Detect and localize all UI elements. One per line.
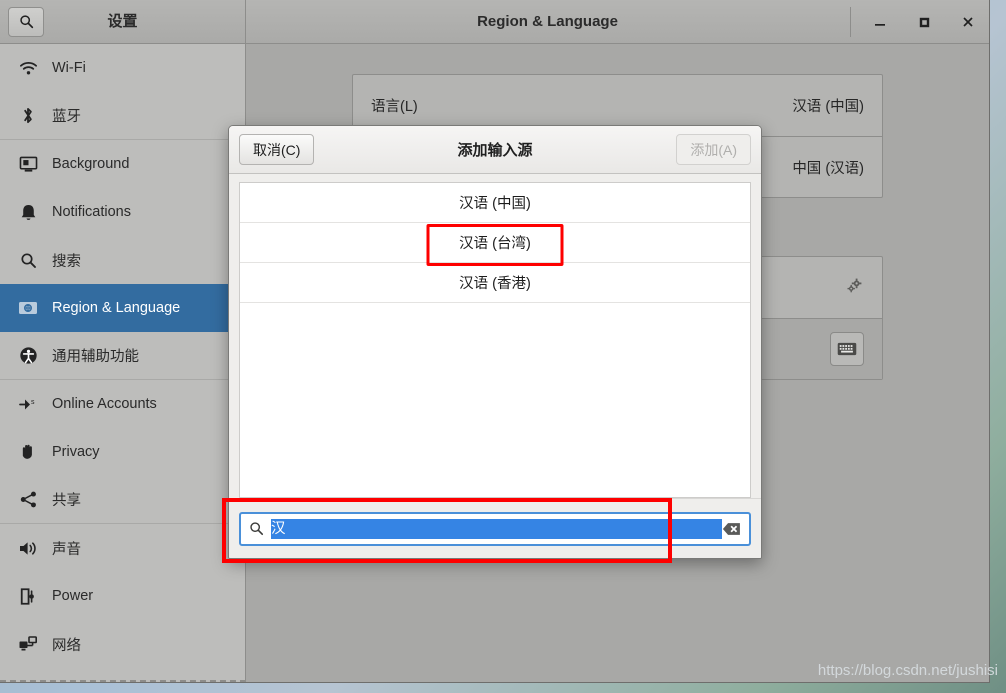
sidebar-item-label: Region & Language — [52, 300, 181, 316]
list-item-label: 汉语 (中国) — [459, 196, 531, 212]
sidebar-item-sound[interactable]: 声音 — [0, 524, 245, 572]
share-icon — [14, 489, 42, 511]
input-source-list[interactable]: 汉语 (中国) 汉语 (台湾) 汉语 (香港) — [239, 182, 751, 498]
search-icon — [14, 249, 42, 271]
maximize-button[interactable] — [913, 11, 935, 33]
list-item-label: 汉语 (香港) — [459, 276, 531, 292]
window-titlebar: 设置 Region & Language — [0, 0, 989, 44]
list-item-label: 汉语 (台湾) — [459, 236, 531, 252]
sidebar-item-label: 网络 — [52, 637, 81, 654]
keyboard-icon — [837, 342, 857, 356]
sidebar-item-privacy[interactable]: Privacy — [0, 428, 245, 476]
dialog-header: 取消(C) 添加输入源 添加(A) — [229, 126, 761, 174]
sidebar-item-background[interactable]: Background — [0, 140, 245, 188]
sidebar-item-label: 声音 — [52, 541, 81, 558]
background-icon — [14, 153, 42, 175]
sidebar-item-label: Power — [52, 588, 94, 604]
online-accounts-icon: s — [14, 393, 42, 415]
region-language-icon — [14, 297, 42, 319]
sidebar-item-label: 共享 — [52, 493, 81, 509]
settings-sidebar: Wi-Fi 蓝牙 Background Notifications 搜索 Reg… — [0, 44, 246, 682]
settings-app-title: 设置 — [107, 12, 138, 30]
sidebar-item-label: Wi-Fi — [52, 60, 86, 76]
sidebar-item-network[interactable]: 网络 — [0, 620, 245, 668]
minimize-icon — [875, 23, 885, 26]
maximize-icon — [919, 17, 930, 27]
list-item[interactable]: 汉语 (中国) — [240, 183, 750, 223]
sidebar-item-sharing[interactable]: 共享 — [0, 476, 245, 524]
privacy-hand-icon — [14, 441, 42, 463]
gears-icon[interactable] — [844, 276, 864, 300]
keyboard-button[interactable] — [830, 332, 864, 366]
close-icon — [963, 16, 973, 27]
sidebar-item-label: 通用辅助功能 — [52, 349, 139, 365]
sidebar-item-online-accounts[interactable]: s Online Accounts — [0, 380, 245, 428]
sidebar-item-label: Privacy — [52, 444, 100, 460]
language-row-value: 汉语 (中国) — [792, 99, 864, 115]
network-icon — [14, 633, 42, 655]
titlebar-right-section: Region & Language — [246, 0, 989, 43]
svg-text:s: s — [31, 399, 35, 406]
dialog-search-bar: 汉 — [229, 498, 761, 558]
window-controls — [850, 6, 979, 37]
cancel-button[interactable]: 取消(C) — [239, 134, 315, 165]
sidebar-item-label: 搜索 — [52, 253, 81, 270]
sidebar-item-power[interactable]: Power — [0, 572, 245, 620]
sidebar-item-wifi[interactable]: Wi-Fi — [0, 44, 245, 92]
sidebar-item-label: Background — [52, 156, 130, 172]
add-input-source-dialog: 取消(C) 添加输入源 添加(A) 汉语 (中国) 汉语 (台湾) 汉语 (香港… — [228, 125, 762, 559]
bluetooth-icon — [14, 105, 42, 127]
sidebar-item-accessibility[interactable]: 通用辅助功能 — [0, 332, 245, 380]
formats-row-value: 中国 (汉语) — [792, 160, 864, 177]
sidebar-item-region-language[interactable]: Region & Language — [0, 284, 245, 332]
sidebar-item-search[interactable]: 搜索 — [0, 236, 245, 284]
search-button[interactable] — [8, 6, 44, 37]
list-item[interactable]: 汉语 (香港) — [240, 263, 750, 303]
titlebar-left-section: 设置 — [0, 0, 246, 43]
search-input[interactable]: 汉 — [239, 511, 751, 546]
clear-backspace-icon[interactable] — [722, 522, 741, 536]
list-item[interactable]: 汉语 (台湾) — [240, 223, 750, 263]
search-icon — [249, 521, 264, 536]
search-input-value: 汉 — [271, 518, 722, 539]
search-icon — [19, 15, 33, 29]
accessibility-icon — [14, 345, 42, 367]
watermark: https://blog.csdn.net/jushisi — [817, 662, 998, 679]
sound-icon — [14, 537, 42, 559]
sidebar-item-notifications[interactable]: Notifications — [0, 188, 245, 236]
sidebar-item-label: Online Accounts — [52, 396, 157, 412]
close-button[interactable] — [957, 11, 979, 33]
sidebar-item-label: 蓝牙 — [52, 109, 81, 125]
minimize-button[interactable] — [869, 11, 891, 33]
desktop-root: 设置 Region & Language Wi-Fi 蓝牙 Background… — [0, 0, 1006, 693]
sidebar-item-bluetooth[interactable]: 蓝牙 — [0, 92, 245, 140]
wifi-icon — [14, 57, 42, 79]
language-row-label: 语言(L) — [371, 99, 418, 115]
bell-icon — [14, 201, 42, 223]
power-icon — [14, 585, 42, 607]
add-button[interactable]: 添加(A) — [676, 134, 751, 165]
sidebar-item-label: Notifications — [52, 204, 131, 220]
